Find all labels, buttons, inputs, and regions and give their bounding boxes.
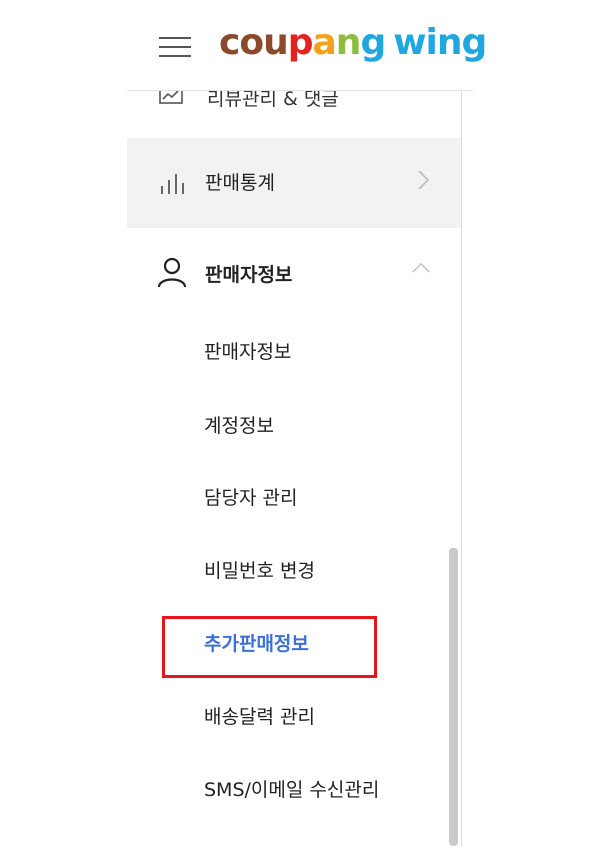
page: 리뷰관리 & 댓글 판매통계 판매자정보 판매자정보 계정정보 담당자 관리 비…: [0, 0, 600, 846]
logo-letter: c: [219, 22, 240, 63]
logo-letter: n: [335, 22, 362, 63]
submenu-seller-info[interactable]: 판매자정보: [204, 340, 291, 364]
submenu-change-password[interactable]: 비밀번호 변경: [204, 559, 315, 583]
sidebar-item-label: 판매통계: [205, 172, 275, 194]
chevron-right-icon: [418, 170, 430, 190]
logo-letter: u: [263, 22, 289, 63]
submenu-sms-email-settings[interactable]: SMS/이메일 수신관리: [204, 778, 379, 802]
logo-letter: o: [239, 22, 264, 63]
sidebar-item-label: 판매자정보: [205, 264, 293, 286]
logo-letter: a: [312, 22, 337, 63]
sidebar-item-sales-stats[interactable]: 판매통계: [127, 138, 461, 228]
bar-chart-icon: [161, 174, 184, 194]
chevron-up-icon: [412, 262, 430, 273]
logo-text-wing: wing: [393, 22, 487, 63]
sidebar-item-seller-info[interactable]: 판매자정보: [127, 228, 461, 318]
sidebar-scrollbar[interactable]: [449, 548, 458, 846]
logo-text-coupang: coupang: [219, 22, 386, 63]
sidebar-divider: [461, 90, 462, 846]
sidebar-nav: 리뷰관리 & 댓글 판매통계 판매자정보 판매자정보 계정정보 담당자 관리 비…: [127, 0, 461, 846]
app-header: coupang wing: [127, 0, 487, 91]
coupang-wing-logo[interactable]: coupang wing: [219, 18, 487, 68]
submenu-manager-management[interactable]: 담당자 관리: [204, 486, 297, 510]
hamburger-menu-icon[interactable]: [159, 34, 191, 58]
highlight-annotation-box: [162, 616, 377, 678]
user-icon: [157, 257, 187, 288]
logo-letter: p: [287, 22, 314, 63]
submenu-delivery-calendar[interactable]: 배송달력 관리: [204, 705, 315, 729]
logo-letter: g: [360, 22, 386, 63]
submenu-account-info[interactable]: 계정정보: [204, 414, 274, 438]
